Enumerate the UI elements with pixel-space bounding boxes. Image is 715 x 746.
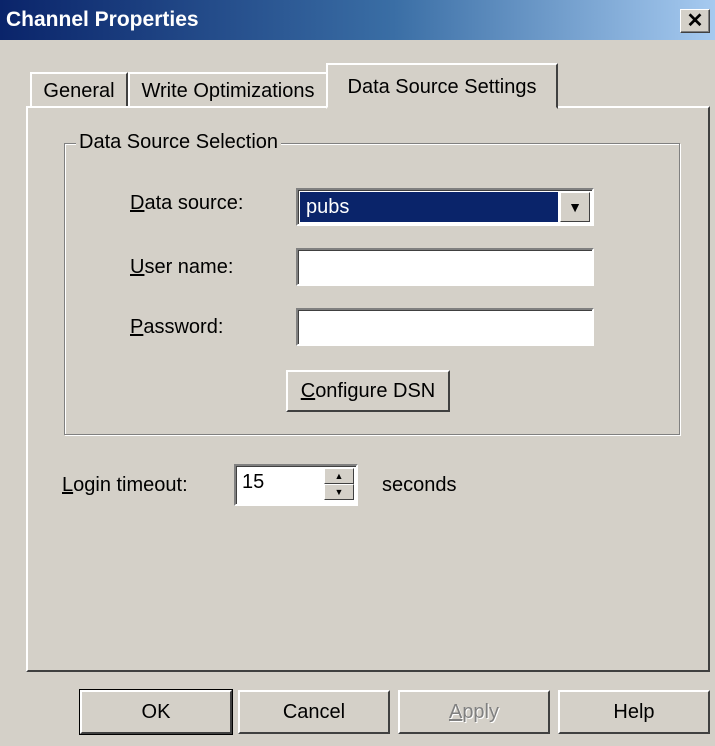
data-source-select[interactable]: pubs ▼ (296, 188, 594, 226)
title-bar: Channel Properties ✕ (0, 0, 715, 40)
tab-data-source-settings[interactable]: Data Source Settings (326, 63, 558, 109)
spin-up-button[interactable]: ▲ (324, 468, 354, 484)
login-timeout-spinner[interactable]: 15 ▲ ▼ (234, 464, 358, 506)
seconds-label: seconds (382, 474, 457, 496)
apply-label: Apply (448, 700, 500, 723)
arrow-up-icon: ▲ (334, 470, 344, 481)
tab-write-optimizations[interactable]: Write Optimizations (128, 72, 328, 108)
ok-button[interactable]: OK (79, 689, 233, 735)
chevron-down-icon: ▼ (568, 199, 582, 215)
tab-general-label: General (43, 80, 115, 102)
password-input[interactable] (296, 308, 594, 346)
tab-data-source-settings-label: Data Source Settings (347, 76, 537, 98)
help-label: Help (613, 700, 655, 723)
user-name-input[interactable] (296, 248, 594, 286)
close-button[interactable]: ✕ (680, 9, 710, 33)
dropdown-arrow-button[interactable]: ▼ (560, 192, 590, 222)
login-timeout-value: 15 (242, 471, 265, 493)
configure-dsn-button[interactable]: Configure DSN (286, 370, 450, 412)
cancel-button[interactable]: Cancel (238, 690, 390, 734)
data-source-label: Data source: (130, 192, 244, 214)
close-icon: ✕ (686, 10, 704, 32)
user-name-label: User name: (130, 256, 234, 278)
groupbox-label: Data Source Selection (76, 131, 282, 154)
tab-general[interactable]: General (30, 72, 128, 108)
login-timeout-label: Login timeout: (62, 474, 188, 496)
window-title: Channel Properties (6, 8, 199, 31)
apply-button[interactable]: Apply (398, 690, 550, 734)
tab-write-optimizations-label: Write Optimizations (141, 80, 315, 102)
password-label: Password: (130, 316, 224, 338)
cancel-label: Cancel (282, 700, 346, 723)
help-button[interactable]: Help (558, 690, 710, 734)
spin-down-button[interactable]: ▼ (324, 484, 354, 500)
configure-dsn-label: Configure DSN (300, 379, 436, 402)
arrow-down-icon: ▼ (334, 486, 344, 497)
ok-label: OK (141, 700, 171, 723)
data-source-value: pubs (300, 192, 558, 222)
